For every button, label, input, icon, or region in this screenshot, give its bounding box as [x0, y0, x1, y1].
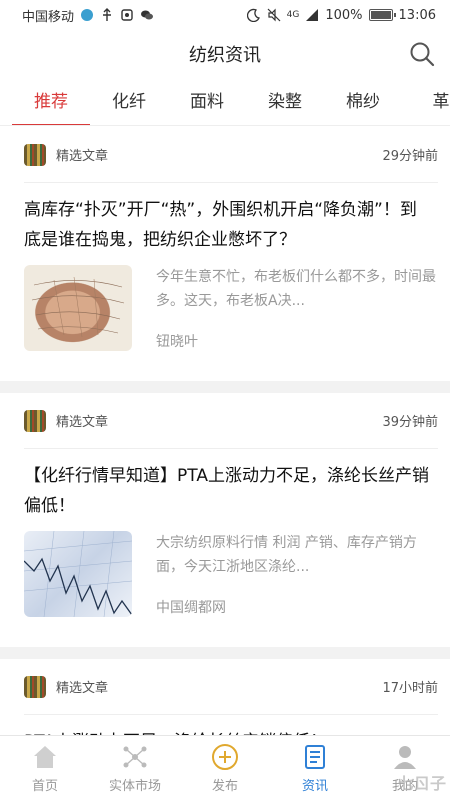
article-category: 精选文章 [56, 415, 109, 430]
wifi-icon [81, 9, 94, 21]
nav-label: 资讯 [301, 778, 328, 794]
battery-level [370, 11, 391, 19]
wechat-icon [141, 10, 154, 20]
article-card[interactable]: 精选文章 17小时前 PTA上涨动力不足，涤纶长丝产销偏低！ [0, 659, 450, 735]
plus-circle-icon [212, 743, 238, 770]
home-icon [34, 745, 56, 768]
article-title[interactable]: PTA上涨动力不足，涤纶长丝产销偏低！ [24, 715, 438, 735]
nav-label: 实体市场 [108, 778, 161, 794]
clock: 13:06 [398, 7, 436, 23]
user-icon [394, 745, 416, 769]
search-icon[interactable] [408, 40, 436, 68]
article-thumbnail[interactable] [24, 265, 132, 351]
article-summary: 今年生意不忙，布老板们什么都不多，时间最多。这天，布老板A决... [156, 269, 436, 309]
tab-fabric[interactable]: 面料 [168, 78, 246, 125]
signal-icon [306, 9, 319, 21]
article-header: 精选文章 29分钟前 [24, 127, 438, 183]
article-category: 精选文章 [56, 149, 109, 164]
article-category: 精选文章 [56, 681, 109, 696]
article-card[interactable]: 精选文章 39分钟前 【化纤行情早知道】PTA上涨动力不足，涤纶长丝产销偏低！ … [0, 393, 450, 647]
watermark: 七ㄖ子 [397, 774, 446, 793]
article-body: 今年生意不忙，布老板们什么都不多，时间最多。这天，布老板A决... 钮晓叶 [24, 265, 438, 381]
nav-label: 发布 [211, 778, 238, 794]
nav-news[interactable]: 资讯 [270, 736, 360, 800]
article-title[interactable]: 【化纤行情早知道】PTA上涨动力不足，涤纶长丝产销偏低！ [24, 449, 438, 531]
nav-market[interactable]: 实体市场 [90, 736, 180, 800]
silent-icon [267, 8, 281, 22]
battery-icon [368, 9, 396, 21]
stock-chart-image [24, 531, 132, 617]
article-time: 39分钟前 [382, 415, 438, 430]
tab-chemical-fiber[interactable]: 化纤 [90, 78, 168, 125]
nav-home[interactable]: 首页 [0, 736, 90, 800]
article-source: 中国绸都网 [156, 600, 226, 616]
article-time: 17小时前 [382, 681, 438, 696]
avatar [24, 143, 46, 166]
tab-dyeing[interactable]: 染整 [246, 78, 324, 125]
article-author: 钮晓叶 [156, 334, 198, 350]
status-right: 4G 100% 13:06 [246, 7, 436, 23]
usb-icon [103, 8, 112, 21]
news-icon [305, 744, 325, 769]
article-body: 大宗纺织原料行情 利润 产销、库存产销方面，今天江浙地区涤纶... 中国绸都网 [24, 531, 438, 647]
tab-leather[interactable]: 革 [402, 78, 450, 125]
carrier-label: 中国移动 [22, 9, 75, 25]
status-left: 中国移动 [22, 6, 154, 25]
thread-fist-image [31, 276, 125, 338]
avatar [24, 675, 46, 698]
page-title: 纺织资讯 [189, 45, 261, 66]
network-icon [123, 746, 147, 767]
article-time: 29分钟前 [382, 149, 438, 164]
avatar [24, 409, 46, 432]
article-header: 精选文章 39分钟前 [24, 393, 438, 449]
article-feed[interactable]: 精选文章 29分钟前 高库存“扑灭”开厂“热”，外围织机开启“降负潮”！到底是谁… [0, 127, 450, 735]
moon-icon [246, 8, 260, 22]
article-thumbnail[interactable] [24, 531, 132, 617]
battery-percent: 100% [325, 7, 363, 23]
bottom-nav: 首页 实体市场 发布 资讯 我的 七ㄖ子 [0, 735, 450, 800]
header: 纺织资讯 [0, 30, 450, 78]
article-card[interactable]: 精选文章 29分钟前 高库存“扑灭”开厂“热”，外围织机开启“降负潮”！到底是谁… [0, 127, 450, 381]
article-summary: 大宗纺织原料行情 利润 产销、库存产销方面，今天江浙地区涤纶... [156, 535, 417, 575]
nav-label: 首页 [31, 778, 58, 794]
article-title[interactable]: 高库存“扑灭”开厂“热”，外围织机开启“降负潮”！到底是谁在捣鬼，把纺织企业憋坏… [24, 183, 438, 265]
category-tabs: 推荐 化纤 面料 染整 棉纱 革 [0, 78, 450, 126]
tab-recommend[interactable]: 推荐 [12, 78, 90, 125]
network-label: 4G [286, 10, 300, 20]
mute-icon [121, 9, 133, 21]
status-bar: 中国移动 4G 100% 13:06 [0, 0, 450, 30]
article-header: 精选文章 17小时前 [24, 659, 438, 715]
nav-publish[interactable]: 发布 [180, 736, 270, 800]
tab-cotton-yarn[interactable]: 棉纱 [324, 78, 402, 125]
